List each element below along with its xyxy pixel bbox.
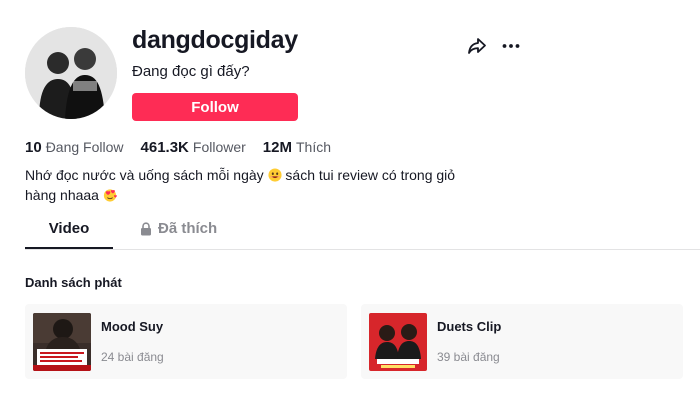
- playlist-count: 39 bài đăng: [437, 350, 500, 364]
- stat-value: 12M: [262, 139, 292, 156]
- bio: Nhớ đọc nước và uống sách mỗi ngày sách …: [25, 165, 455, 205]
- bio-text: sách tui review có trong giỏ: [285, 167, 456, 183]
- stat-value: 10: [25, 139, 42, 156]
- playlist-name: Duets Clip: [437, 319, 502, 334]
- playlist-thumbnail-image: [33, 313, 91, 371]
- more-button[interactable]: [499, 34, 523, 58]
- stat-followers[interactable]: 461.3K Follower: [141, 139, 246, 156]
- heart-face-emoji-icon: [103, 189, 117, 202]
- stat-likes: 12M Thích: [263, 139, 331, 156]
- tab-video[interactable]: Video: [25, 220, 113, 250]
- share-button[interactable]: [465, 34, 489, 58]
- playlist-card-duets-clip[interactable]: Duets Clip 39 bài đăng: [361, 304, 683, 379]
- playlist-thumbnail: [33, 313, 91, 371]
- bio-text: hàng nhaaa: [25, 187, 99, 203]
- playlist-section-title: Danh sách phát: [25, 275, 122, 290]
- playlist-thumbnail: [369, 313, 427, 371]
- lock-icon: [141, 222, 151, 236]
- smiling-face-emoji-icon: [267, 168, 282, 182]
- nickname: Đang đọc gì đấy?: [132, 63, 250, 80]
- follow-button[interactable]: Follow: [132, 93, 298, 121]
- avatar-image: [25, 27, 117, 119]
- stat-label: Follower: [192, 139, 246, 155]
- stat-following[interactable]: 10 Đang Follow: [25, 139, 124, 156]
- stat-value: 461.3K: [140, 139, 189, 156]
- profile-stats: 10 Đang Follow 461.3K Follower 12M Thích: [25, 139, 348, 156]
- profile-tabs: Video Đã thích: [25, 220, 700, 250]
- tab-label: Đã thích: [158, 220, 218, 237]
- bio-line-2: hàng nhaaa: [25, 185, 445, 205]
- more-icon: [502, 44, 520, 48]
- tab-label: Video: [48, 220, 90, 237]
- tab-liked[interactable]: Đã thích: [140, 220, 217, 250]
- tab-active-indicator: [25, 247, 113, 249]
- bio-line-1: Nhớ đọc nước và uống sách mỗi ngày sách …: [25, 165, 455, 185]
- share-icon: [468, 38, 486, 54]
- stat-label: Đang Follow: [45, 139, 124, 155]
- bio-text: Nhớ đọc nước và uống sách mỗi ngày: [25, 167, 264, 183]
- playlist-card-mood-suy[interactable]: Mood Suy 24 bài đăng: [25, 304, 347, 379]
- playlist-name: Mood Suy: [101, 319, 164, 334]
- playlist-thumbnail-image: [369, 313, 427, 371]
- username: dangdocgiday: [132, 26, 298, 54]
- playlist-count: 24 bài đăng: [101, 350, 164, 364]
- avatar[interactable]: [25, 27, 117, 119]
- stat-label: Thích: [295, 139, 331, 155]
